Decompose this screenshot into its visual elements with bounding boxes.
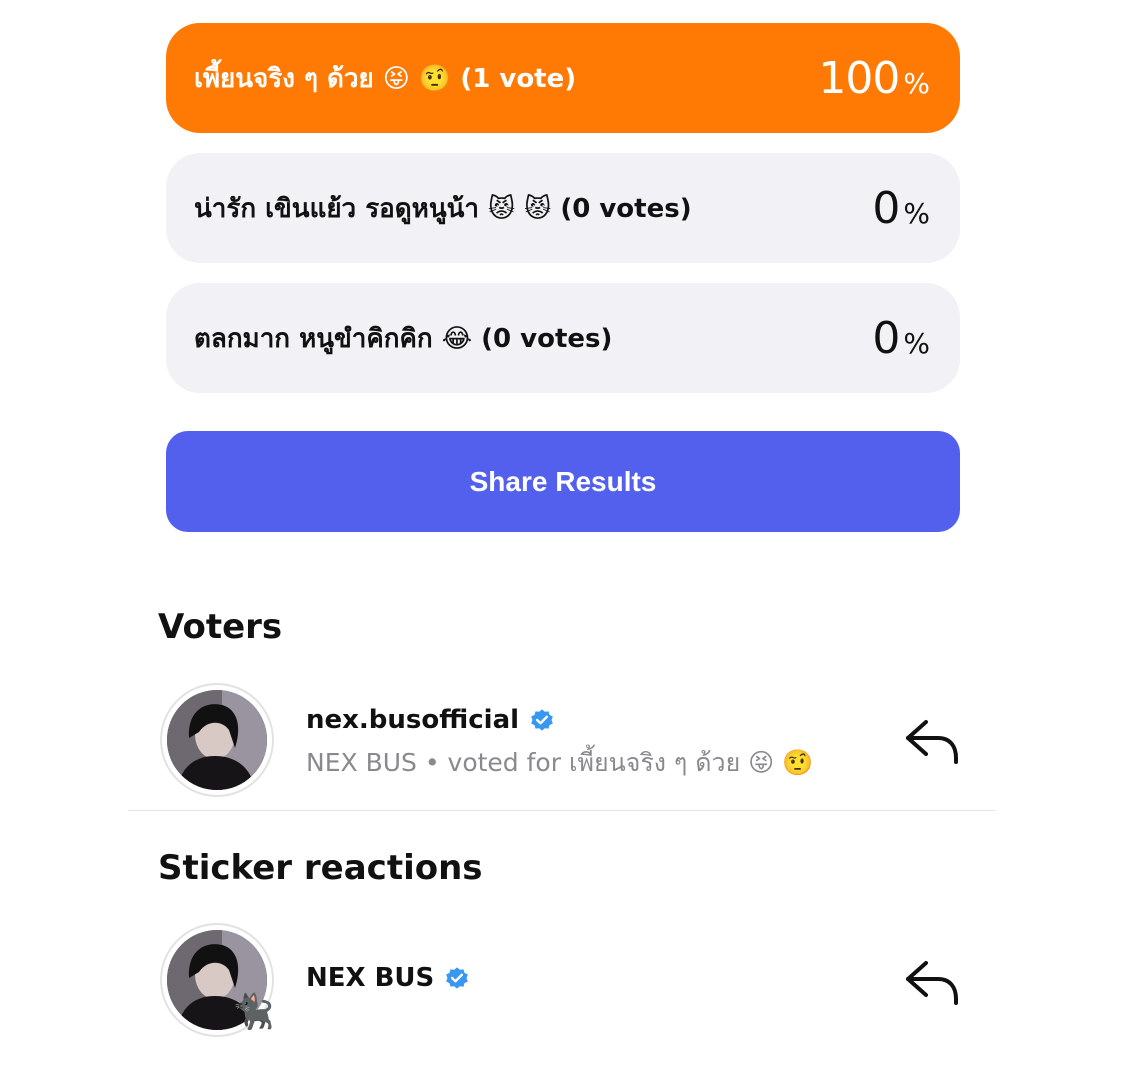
avatar[interactable] [160, 683, 274, 797]
sticker-reaction: 🐈‍⬛ [232, 992, 275, 1032]
poll-option-3[interactable]: ตลกมาก หนูขำคิกคิก 😂 (0 votes) 0 % [166, 283, 960, 393]
percent-value: 0 [872, 182, 900, 234]
verified-badge-icon [531, 709, 553, 731]
sticker-username: NEX BUS [306, 963, 435, 993]
percent-value: 100 [818, 52, 900, 104]
share-results-button[interactable]: Share Results [166, 431, 960, 532]
reply-arrow-icon[interactable] [902, 716, 962, 768]
poll-option-percent: 0 % [872, 183, 930, 234]
voter-subtitle: NEX BUS • voted for เพี้ยนจริง ๆ ด้วย 😝 … [306, 748, 814, 777]
avatar-photo [167, 690, 267, 790]
poll-option-2[interactable]: น่ารัก เขินแย้ว รอดูหนูน้า 😾 😾 (0 votes)… [166, 153, 960, 263]
percent-sign: % [903, 326, 930, 360]
poll-option-percent: 0 % [872, 313, 930, 364]
section-divider [128, 810, 996, 811]
voter-username: nex.busofficial [306, 705, 520, 735]
sticker-username-row[interactable]: NEX BUS [306, 963, 470, 993]
poll-option-label: ตลกมาก หนูขำคิกคิก 😂 (0 votes) [194, 323, 613, 354]
voter-username-row[interactable]: nex.busofficial [306, 705, 555, 735]
percent-sign: % [903, 66, 930, 100]
poll-option-label: น่ารัก เขินแย้ว รอดูหนูน้า 😾 😾 (0 votes) [194, 193, 692, 224]
reply-arrow-icon[interactable] [902, 957, 962, 1009]
percent-value: 0 [872, 312, 900, 364]
sticker-reactions-heading: Sticker reactions [158, 848, 483, 888]
poll-option-percent: 100 % [818, 53, 930, 104]
percent-sign: % [903, 196, 930, 230]
poll-option-label: เพี้ยนจริง ๆ ด้วย 😝 🤨 (1 vote) [194, 63, 577, 94]
verified-badge-icon [446, 967, 469, 989]
voters-heading: Voters [158, 607, 283, 647]
poll-option-1[interactable]: เพี้ยนจริง ๆ ด้วย 😝 🤨 (1 vote) 100 % [166, 23, 960, 133]
avatar-photo-icon [167, 690, 267, 790]
